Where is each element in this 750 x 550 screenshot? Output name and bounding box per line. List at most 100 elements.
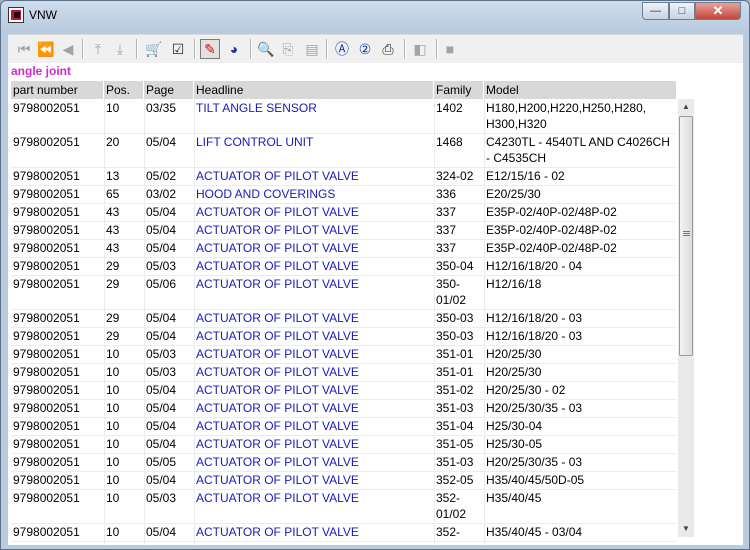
column-header-pos[interactable]: Pos. xyxy=(104,81,144,99)
toolbar-separator xyxy=(250,39,252,59)
table-row[interactable]: 9798002051 65 03/02 HOOD AND COVERINGS 336 E2… xyxy=(11,185,676,204)
table-row[interactable]: 9798002051 10 05/04 ACTUATOR OF PILOT VALVE… xyxy=(11,523,676,542)
cart-icon[interactable]: 🛒 xyxy=(144,39,164,59)
disabled-tool-icon[interactable]: ◧ xyxy=(410,39,430,59)
column-header-headline[interactable]: Headline xyxy=(194,81,434,99)
cell-headline[interactable]: HOOD AND COVERINGS xyxy=(194,186,434,202)
forward-page-icon[interactable]: ⤓ xyxy=(110,39,130,59)
prev-page-icon[interactable]: ⏪ xyxy=(36,39,56,59)
prev-record-icon[interactable]: ◀ xyxy=(58,39,78,59)
table-row[interactable]: 9798002051 29 05/04 ACTUATOR OF PILOT VALVE… xyxy=(11,309,676,328)
table-row[interactable]: 9798002051 29 05/03 ACTUATOR OF PILOT VALVE… xyxy=(11,257,676,276)
cell-headline[interactable]: ACTUATOR OF PILOT VALVE xyxy=(194,328,434,344)
table-row[interactable]: 9798002051 10 03/35 TILT ANGLE SENSOR 1402 H1… xyxy=(11,99,676,134)
app-window: VNW — □ ✕ ⏮ ⏪ ◀ ⤒ ⤓ 🛒 ☑ ✎ ◕ 🔍 ⎘ ▤ Ⓐ ② ⎙ … xyxy=(0,0,750,550)
cell-page: 05/04 xyxy=(146,205,177,219)
cell-part-number: 9798002051 xyxy=(13,223,80,237)
scroll-thumb[interactable] xyxy=(679,116,693,356)
cell-headline[interactable]: ACTUATOR OF PILOT VALVE xyxy=(194,258,434,274)
cell-pos: 29 xyxy=(106,329,120,343)
table-row[interactable]: 9798002051 20 05/04 LIFT CONTROL UNIT 1468 C4… xyxy=(11,133,676,168)
cell-headline[interactable]: ACTUATOR OF PILOT VALVE xyxy=(194,400,434,416)
column-header-family[interactable]: Family xyxy=(434,81,484,99)
table-row[interactable]: 9798002051 43 05/04 ACTUATOR OF PILOT VALVE… xyxy=(11,239,676,258)
cell-model: E12/15/16 - 02 xyxy=(486,169,565,183)
scroll-up-icon[interactable]: ▲ xyxy=(678,99,694,115)
cell-headline[interactable]: ACTUATOR OF PILOT VALVE xyxy=(194,454,434,470)
cell-headline[interactable]: ACTUATOR OF PILOT VALVE xyxy=(194,204,434,220)
cell-headline[interactable]: ACTUATOR OF PILOT VALVE xyxy=(194,472,434,488)
cell-model: H20/25/30 xyxy=(486,365,542,379)
maximize-button[interactable]: □ xyxy=(669,2,695,20)
cell-family: 350- 01/02 xyxy=(436,277,467,307)
cell-page: 05/04 xyxy=(146,311,177,325)
help-icon[interactable]: ② xyxy=(355,39,375,59)
cell-headline[interactable]: TILT ANGLE SENSOR xyxy=(194,100,434,116)
checklist-icon[interactable]: ☑ xyxy=(168,39,188,59)
title-bar[interactable]: VNW — □ ✕ xyxy=(1,1,749,29)
table-row[interactable]: 9798002051 13 05/02 ACTUATOR OF PILOT VALVE… xyxy=(11,167,676,186)
page-fit-icon[interactable]: ⎘ xyxy=(278,39,298,59)
cell-headline[interactable]: ACTUATOR OF PILOT VALVE xyxy=(194,436,434,452)
cell-headline[interactable]: LIFT CONTROL UNIT xyxy=(194,134,434,150)
column-header-model[interactable]: Model xyxy=(484,81,676,99)
table-row[interactable]: 9798002051 29 05/04 ACTUATOR OF PILOT VALVE… xyxy=(11,327,676,346)
print-icon[interactable]: ⎙ xyxy=(378,39,398,59)
cell-pos: 10 xyxy=(106,525,120,539)
cell-pos: 10 xyxy=(106,419,120,433)
cell-model: H20/25/30/35 - 03 xyxy=(486,401,583,415)
cell-family: 1402 xyxy=(436,101,463,115)
cell-headline[interactable]: ACTUATOR OF PILOT VALVE xyxy=(194,418,434,434)
cell-headline[interactable]: ACTUATOR OF PILOT VALVE xyxy=(194,168,434,184)
table-row[interactable]: 9798002051 29 05/06 ACTUATOR OF PILOT VALVE… xyxy=(11,275,676,310)
stop-icon[interactable]: ■ xyxy=(440,39,460,59)
globe-icon[interactable]: ◕ xyxy=(224,39,244,59)
table-row[interactable]: 9798002051 10 05/03 ACTUATOR OF PILOT VALVE… xyxy=(11,345,676,364)
column-header-part-number[interactable]: part number xyxy=(11,81,104,99)
cell-headline[interactable]: ACTUATOR OF PILOT VALVE xyxy=(194,364,434,380)
table-row[interactable]: 9798002051 10 05/04 ACTUATOR OF PILOT VALVE… xyxy=(11,471,676,490)
page-icon[interactable]: ▤ xyxy=(302,39,322,59)
zoom-icon[interactable]: 🔍 xyxy=(256,39,276,59)
cell-headline[interactable]: ACTUATOR OF PILOT VALVE xyxy=(194,524,434,540)
cell-family: 351-01 xyxy=(436,347,474,361)
cell-part-number: 9798002051 xyxy=(13,455,80,469)
table-row[interactable]: 9798002051 10 05/04 ACTUATOR OF PILOT VALVE… xyxy=(11,417,676,436)
cell-headline[interactable]: ACTUATOR OF PILOT VALVE xyxy=(194,346,434,362)
cell-family: 337 xyxy=(436,241,457,255)
cell-headline[interactable]: ACTUATOR OF PILOT VALVE xyxy=(194,240,434,256)
cell-headline[interactable]: ACTUATOR OF PILOT VALVE xyxy=(194,382,434,398)
cell-part-number: 9798002051 xyxy=(13,329,80,343)
cell-family: 337 xyxy=(436,205,457,219)
cell-family: 350-04 xyxy=(436,259,474,273)
cell-page: 05/04 xyxy=(146,419,177,433)
column-header-page[interactable]: Page xyxy=(144,81,194,99)
scroll-down-icon[interactable]: ▼ xyxy=(678,521,694,537)
close-button[interactable]: ✕ xyxy=(695,2,741,20)
vertical-scrollbar[interactable]: ▲ ▼ xyxy=(678,99,694,537)
pen-icon[interactable]: ✎ xyxy=(200,39,220,59)
table-row[interactable]: 9798002051 10 05/04 ACTUATOR OF PILOT VALVE… xyxy=(11,381,676,400)
table-row[interactable]: 9798002051 10 05/05 ACTUATOR OF PILOT VALVE… xyxy=(11,453,676,472)
cell-family: 324-02 xyxy=(436,169,474,183)
table-row[interactable]: 9798002051 43 05/04 ACTUATOR OF PILOT VALVE… xyxy=(11,221,676,240)
cell-headline[interactable]: ACTUATOR OF PILOT VALVE xyxy=(194,276,434,292)
back-page-icon[interactable]: ⤒ xyxy=(88,39,108,59)
first-record-icon[interactable]: ⏮ xyxy=(14,39,34,59)
cell-pos: 43 xyxy=(106,205,120,219)
table-row[interactable]: 9798002051 10 05/03 ACTUATOR OF PILOT VALVE… xyxy=(11,489,676,524)
cell-pos: 10 xyxy=(106,383,120,397)
table-row[interactable]: 9798002051 10 05/04 ACTUATOR OF PILOT VALVE… xyxy=(11,435,676,454)
cell-part-number: 9798002051 xyxy=(13,437,80,451)
toolbar-separator xyxy=(82,39,84,59)
cell-page: 03/35 xyxy=(146,101,177,115)
cell-headline[interactable]: ACTUATOR OF PILOT VALVE xyxy=(194,222,434,238)
toolbar-separator xyxy=(136,39,138,59)
minimize-button[interactable]: — xyxy=(642,2,669,20)
cell-headline[interactable]: ACTUATOR OF PILOT VALVE xyxy=(194,490,434,506)
table-row[interactable]: 9798002051 10 05/04 ACTUATOR OF PILOT VALVE… xyxy=(11,399,676,418)
cell-headline[interactable]: ACTUATOR OF PILOT VALVE xyxy=(194,310,434,326)
search-a-icon[interactable]: Ⓐ xyxy=(332,39,352,59)
table-row[interactable]: 9798002051 43 05/04 ACTUATOR OF PILOT VALVE… xyxy=(11,203,676,222)
table-row[interactable]: 9798002051 10 05/03 ACTUATOR OF PILOT VALVE… xyxy=(11,363,676,382)
